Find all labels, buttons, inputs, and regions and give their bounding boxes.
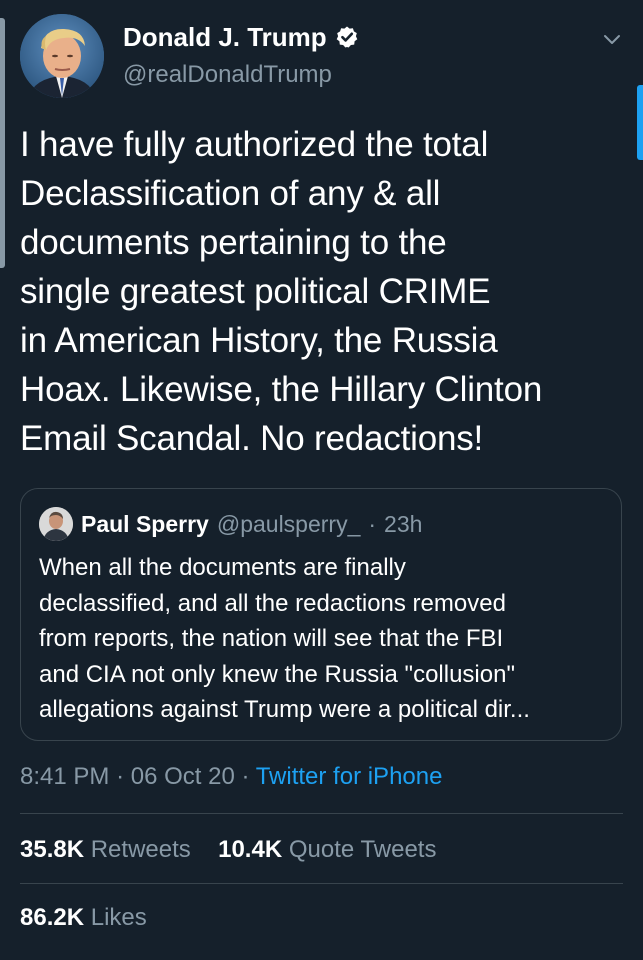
quoted-author-avatar-image xyxy=(39,507,73,541)
quoted-author-avatar xyxy=(39,507,73,541)
tweet-detail-screen: Donald J. Trump @realDonaldTrump I have … xyxy=(0,0,643,960)
author-name[interactable]: Donald J. Trump xyxy=(123,20,327,54)
retweets-stat[interactable]: 35.8K Retweets xyxy=(20,836,197,863)
author-avatar-image xyxy=(20,14,104,98)
retweets-count: 35.8K xyxy=(20,836,85,863)
verified-badge-icon xyxy=(336,26,357,48)
likes-stats-row: 86.2K Likes xyxy=(20,901,147,935)
meta-separator: · xyxy=(116,763,125,790)
quoted-meta-separator: · xyxy=(368,511,377,537)
author-avatar[interactable] xyxy=(20,14,104,98)
quoted-author-handle: @paulsperry_ xyxy=(216,511,361,537)
meta-separator: · xyxy=(241,763,250,790)
likes-count: 86.2K xyxy=(20,904,85,931)
quote-tweets-count: 10.4K xyxy=(218,836,283,863)
likes-label: Likes xyxy=(90,904,147,931)
scrollbar[interactable] xyxy=(637,85,643,160)
quoted-tweet-card[interactable]: Paul Sperry @paulsperry_ · 23h When all … xyxy=(20,488,622,741)
author-name-row: Donald J. Trump xyxy=(123,20,359,54)
quote-tweets-label: Quote Tweets xyxy=(288,836,437,863)
engagement-stats-row: 35.8K Retweets 10.4K Quote Tweets xyxy=(20,833,436,867)
likes-stat[interactable]: 86.2K Likes xyxy=(20,904,147,931)
tweet-time: 8:41 PM xyxy=(20,763,110,790)
retweets-label: Retweets xyxy=(90,836,191,863)
quoted-tweet-header: Paul Sperry @paulsperry_ · 23h xyxy=(39,507,422,541)
tweet-source-link[interactable]: Twitter for iPhone xyxy=(256,763,443,790)
quoted-tweet-text: When all the documents are finally decla… xyxy=(39,554,530,723)
left-edge-indicator xyxy=(0,18,5,268)
quoted-tweet-age: 23h xyxy=(384,511,423,537)
chevron-down-icon[interactable] xyxy=(601,28,623,50)
tweet-meta: 8:41 PM · 06 Oct 20 · Twitter for iPhone xyxy=(20,760,442,794)
author-handle[interactable]: @realDonaldTrump xyxy=(123,58,359,92)
quote-tweets-stat[interactable]: 10.4K Quote Tweets xyxy=(218,836,436,863)
tweet-date: 06 Oct 20 xyxy=(130,763,235,790)
divider xyxy=(20,813,623,814)
tweet-text: I have fully authorized the total Declas… xyxy=(20,125,543,458)
divider xyxy=(20,883,623,884)
tweet-header: Donald J. Trump @realDonaldTrump xyxy=(20,14,623,104)
quoted-author-name: Paul Sperry xyxy=(81,511,209,537)
author-info: Donald J. Trump @realDonaldTrump xyxy=(123,20,359,92)
